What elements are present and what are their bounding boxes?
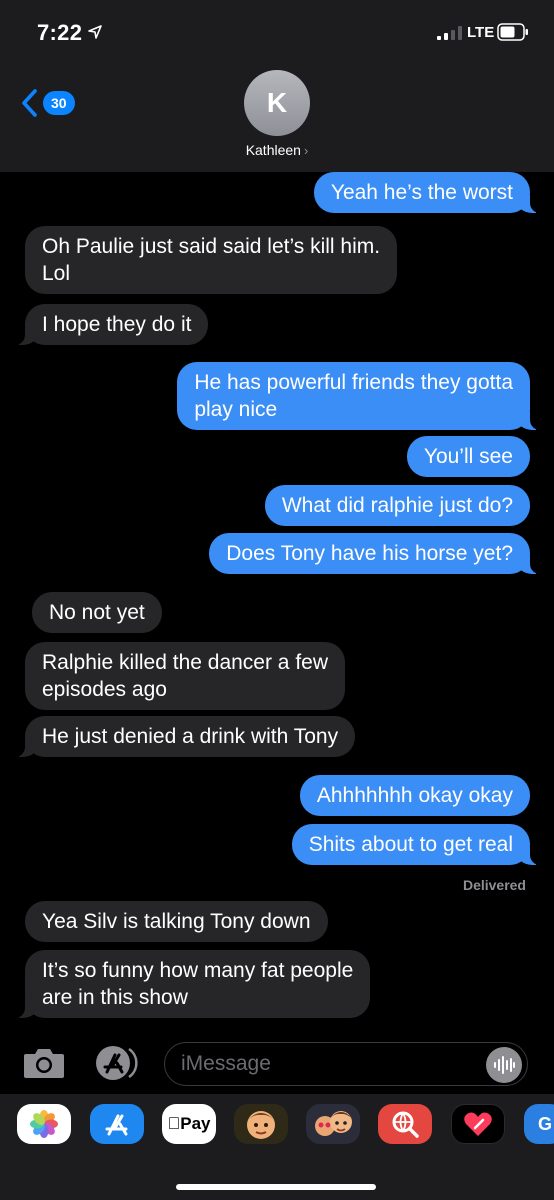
incoming-message-bubble[interactable]: He just denied a drink with Tony [14, 716, 356, 757]
app-store-drawer-icon[interactable] [93, 1043, 143, 1083]
incoming-message-bubble[interactable]: I hope they do it [14, 304, 209, 345]
status-time: 7:22 [37, 20, 83, 45]
photos-app-button[interactable] [17, 1104, 71, 1144]
signal-strength-icon [437, 26, 462, 40]
status-bar: 7:22 LTE [0, 0, 554, 60]
incoming-message-bubble[interactable]: No not yet [32, 592, 162, 633]
waveform-icon [494, 1056, 515, 1074]
message-text-line: He has powerful friends they gotta [194, 371, 513, 394]
message-text: What did ralphie just do? [281, 494, 513, 517]
apple-pay-app-button[interactable]: Pay [162, 1104, 216, 1144]
unread-count-badge: 30 [43, 91, 75, 115]
outgoing-message-bubble[interactable]: Ahhhhhhh okay okay [299, 775, 530, 816]
app-store-app-button[interactable] [90, 1104, 144, 1144]
message-text: Does Tony have his horse yet? [226, 542, 513, 565]
message-text-line: are in this show [42, 986, 188, 1009]
network-type: LTE [467, 24, 495, 41]
outgoing-message-bubble[interactable]: Yeah he’s the worst [313, 172, 541, 213]
incoming-message-bubble[interactable]: Oh Paulie just said said let’s kill him.… [25, 226, 398, 294]
outgoing-message-bubble[interactable]: Shits about to get real [291, 824, 541, 865]
message-text: Yeah he’s the worst [330, 181, 513, 204]
message-text-line: Oh Paulie just said said let’s kill him. [42, 235, 381, 258]
message-text: He just denied a drink with Tony [42, 725, 339, 748]
composer-bar: iMessage [0, 1030, 554, 1094]
photos-icon [30, 1110, 58, 1138]
message-text: Yea Silv is talking Tony down [42, 910, 311, 933]
outgoing-message-bubble[interactable]: Does Tony have his horse yet? [209, 533, 540, 574]
message-text: Ahhhhhhh okay okay [316, 784, 513, 807]
message-thread[interactable]: Yeah he’s the worst Oh Paulie just said s… [0, 172, 554, 1030]
memoji-stickers-icon [315, 1111, 352, 1136]
giphy-icon: G [538, 1113, 553, 1134]
web-search-app-button[interactable] [378, 1104, 432, 1144]
memoji-icon [247, 1111, 275, 1139]
message-text-line: It’s so funny how many fat people [42, 959, 354, 982]
conversation-header: 7:22 LTE 30 K Kathleen › [0, 0, 554, 172]
apple-pay-label: Pay [173, 1114, 210, 1133]
digital-touch-app-button[interactable] [451, 1104, 505, 1144]
contact-name-button[interactable]: Kathleen › [0, 142, 554, 158]
battery-icon [497, 23, 528, 41]
message-text: I hope they do it [42, 313, 192, 336]
incoming-message-bubble[interactable]: Ralphie killed the dancer a few episodes … [25, 642, 346, 710]
message-text: Shits about to get real [308, 833, 513, 856]
contact-name: Kathleen [245, 142, 301, 158]
back-button[interactable]: 30 [20, 86, 80, 120]
apple-pay-icon:  [168, 1114, 181, 1134]
message-text-line: Lol [42, 262, 71, 285]
giphy-app-button[interactable]: G [524, 1104, 554, 1144]
app-store-icon [105, 1114, 128, 1136]
chevron-left-icon [22, 89, 37, 117]
incoming-message-bubble[interactable]: It’s so funny how many fat people are in … [14, 950, 371, 1018]
message-text-line: episodes ago [42, 678, 167, 701]
chevron-right-icon: › [303, 143, 309, 158]
imessage-input[interactable]: iMessage [164, 1042, 528, 1086]
outgoing-message-bubble[interactable]: What did ralphie just do? [264, 485, 530, 526]
message-text-line: play nice [194, 398, 278, 421]
audio-message-button[interactable] [486, 1047, 522, 1083]
outgoing-message-bubble[interactable]: He has powerful friends they gotta play n… [177, 362, 540, 430]
camera-icon[interactable] [22, 1046, 66, 1080]
message-text: No not yet [49, 601, 145, 624]
avatar-initial: K [266, 87, 288, 118]
contact-avatar[interactable]: K [244, 70, 310, 136]
message-text-line: Ralphie killed the dancer a few [42, 651, 329, 674]
memoji-app-button[interactable] [234, 1104, 288, 1144]
memoji-stickers-app-button[interactable] [306, 1104, 360, 1144]
message-text: You’ll see [423, 445, 513, 468]
digital-touch-icon [464, 1112, 492, 1136]
outgoing-message-bubble[interactable]: You’ll see [406, 436, 530, 477]
location-arrow-icon [88, 25, 102, 39]
delivered-status: Delivered [462, 877, 526, 893]
home-indicator[interactable] [176, 1184, 376, 1190]
incoming-message-bubble[interactable]: Yea Silv is talking Tony down [25, 901, 328, 942]
web-search-icon [392, 1111, 419, 1138]
imessage-placeholder: iMessage [181, 1052, 271, 1075]
